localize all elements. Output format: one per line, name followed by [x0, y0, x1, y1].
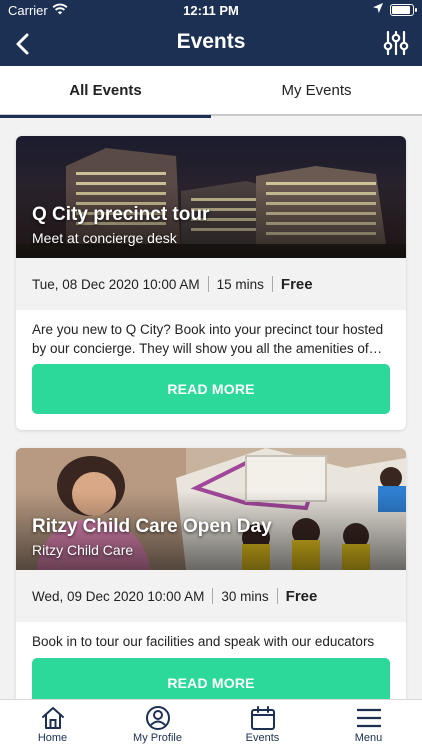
- filter-sliders-icon[interactable]: [382, 29, 410, 57]
- status-bar: Carrier 12:11 PM: [0, 0, 422, 22]
- divider: [212, 588, 214, 604]
- event-image: Q City precinct tour Meet at concierge d…: [16, 136, 406, 258]
- event-title: Ritzy Child Care Open Day: [32, 516, 272, 537]
- event-duration: 15 mins: [216, 276, 264, 292]
- event-description: Are you new to Q City? Book into your pr…: [32, 322, 384, 356]
- event-location: Meet at concierge desk: [32, 230, 177, 246]
- read-more-button[interactable]: READ MORE: [32, 658, 390, 699]
- event-list[interactable]: Q City precinct tour Meet at concierge d…: [0, 118, 422, 699]
- bottom-tab-bar: Home My Profile Events Menu: [0, 699, 422, 750]
- profile-icon: [145, 706, 170, 730]
- nav-my-profile[interactable]: My Profile: [105, 700, 210, 750]
- tab-all-events[interactable]: All Events: [0, 66, 211, 118]
- nav-my-profile-label: My Profile: [133, 732, 182, 744]
- divider: [207, 276, 209, 292]
- event-card[interactable]: Ritzy Child Care Open Day Ritzy Child Ca…: [16, 448, 406, 699]
- event-tabs: All Events My Events: [0, 66, 422, 118]
- calendar-icon: [250, 706, 275, 730]
- event-price: Free: [280, 275, 313, 293]
- home-icon: [41, 707, 64, 729]
- event-datetime: Tue, 08 Dec 2020 10:00 AM: [32, 276, 200, 292]
- event-image: Ritzy Child Care Open Day Ritzy Child Ca…: [16, 448, 406, 570]
- event-datetime: Wed, 09 Dec 2020 10:00 AM: [32, 588, 205, 604]
- event-card[interactable]: Q City precinct tour Meet at concierge d…: [16, 136, 406, 430]
- nav-events[interactable]: Events: [210, 700, 315, 750]
- menu-icon: [356, 708, 381, 728]
- nav-home-label: Home: [37, 732, 68, 744]
- divider: [276, 588, 278, 604]
- nav-menu-label: Menu: [354, 732, 383, 744]
- navigation-bar: Events: [0, 22, 422, 66]
- nav-home[interactable]: Home: [0, 700, 105, 750]
- event-title: Q City precinct tour: [32, 204, 210, 225]
- page-title: Events: [176, 30, 246, 53]
- nav-events-label: Events: [245, 732, 280, 744]
- nav-menu[interactable]: Menu: [315, 700, 422, 750]
- divider: [271, 276, 273, 292]
- top-bar: Carrier 12:11 PM Events: [0, 0, 422, 66]
- event-duration: 30 mins: [221, 588, 269, 604]
- event-location: Ritzy Child Care: [32, 542, 134, 558]
- event-meta: Tue, 08 Dec 2020 10:00 AM 15 mins Free: [16, 258, 406, 310]
- event-meta: Wed, 09 Dec 2020 10:00 AM 30 mins Free: [16, 570, 406, 622]
- status-time: 12:11 PM: [183, 3, 239, 18]
- battery-icon: [390, 4, 417, 16]
- read-more-button[interactable]: READ MORE: [32, 364, 390, 414]
- location-arrow-icon: [372, 2, 384, 17]
- event-price: Free: [285, 587, 318, 605]
- tab-my-events[interactable]: My Events: [211, 66, 422, 116]
